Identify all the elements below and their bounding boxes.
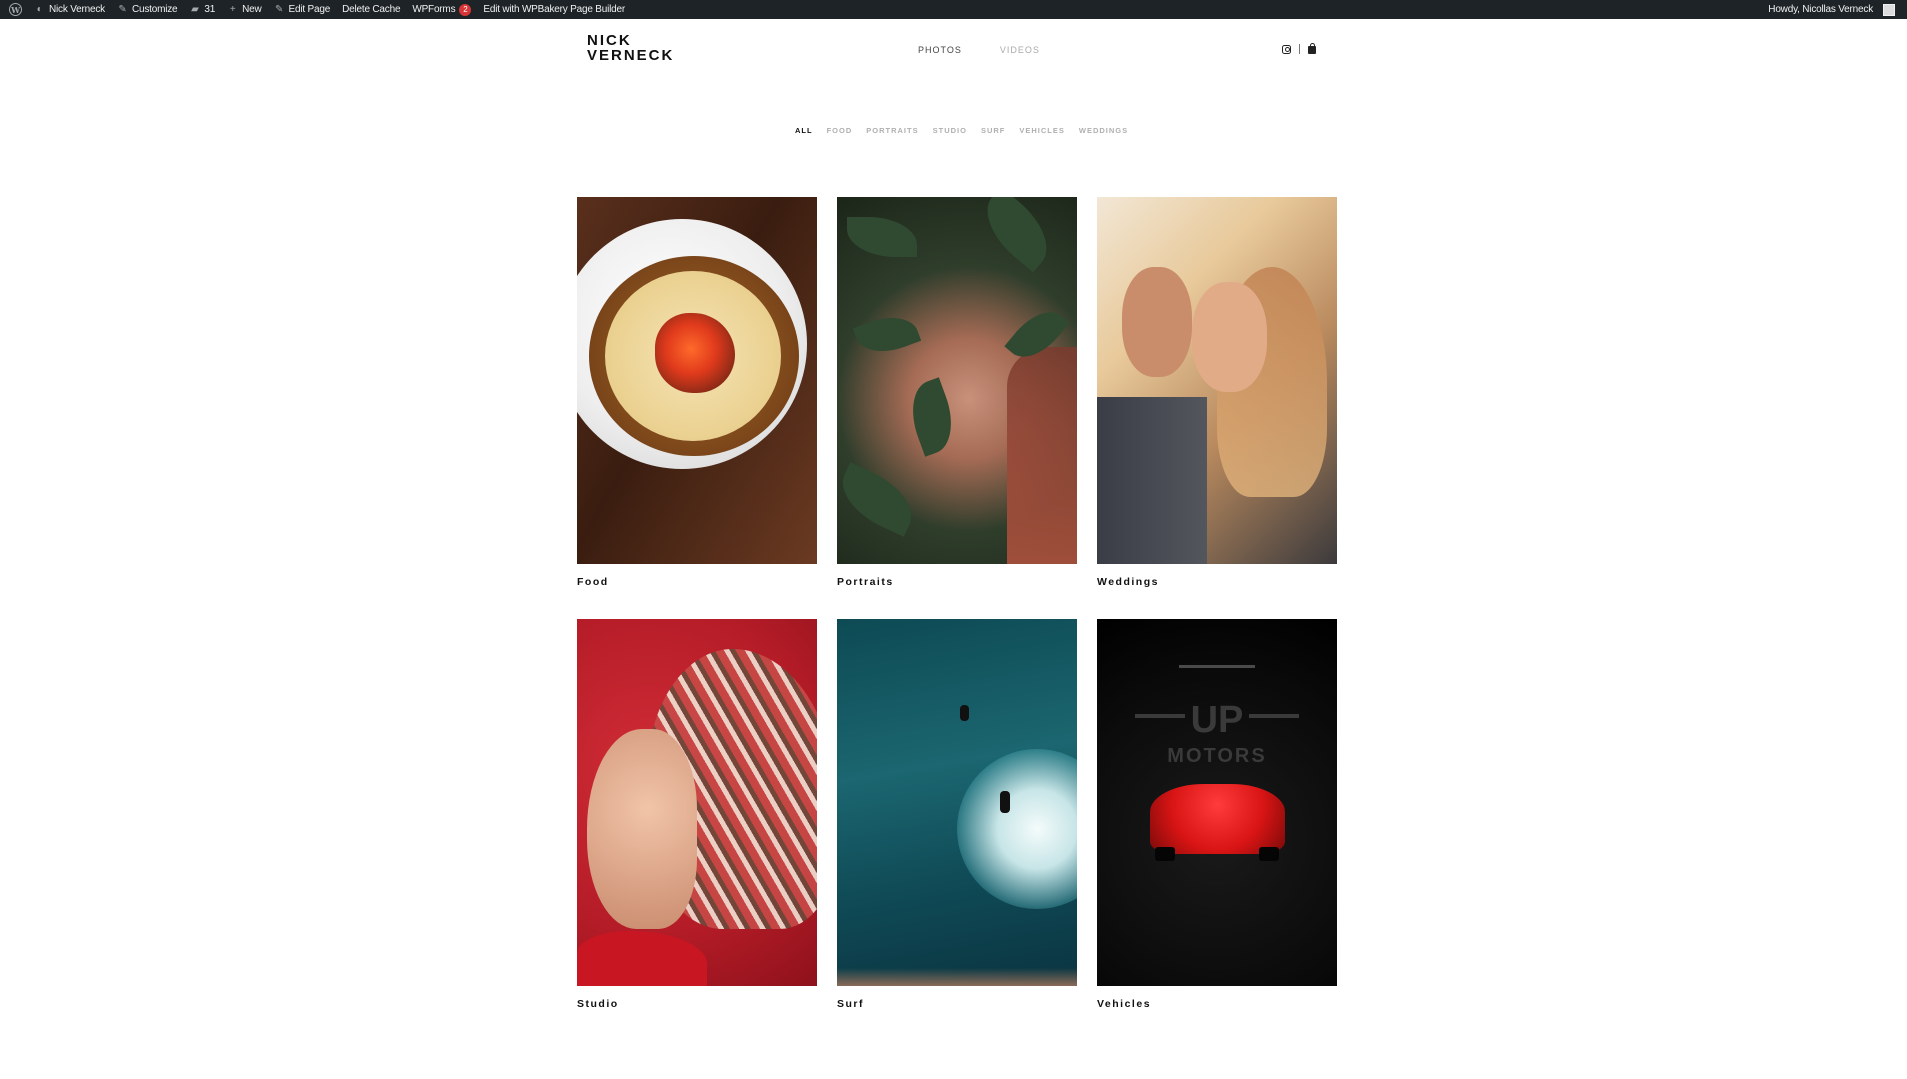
groom-face-shape: [1122, 267, 1192, 377]
site-name-link[interactable]: ◐ Nick Verneck: [28, 0, 111, 19]
header-icons: [1282, 43, 1316, 54]
sign-line-1: UP: [1190, 699, 1244, 741]
wheel-shape: [1155, 847, 1175, 861]
wordpress-logo-icon: W: [9, 3, 22, 16]
surfer-shape: [960, 705, 969, 721]
gallery-item-studio[interactable]: Studio: [577, 619, 817, 1010]
comments-link[interactable]: ▰ 31: [183, 0, 221, 19]
wedding-photo[interactable]: [1097, 197, 1337, 564]
comment-bubble-icon: ▰: [191, 4, 199, 15]
leaf-shape: [847, 217, 917, 257]
meat-shape: [655, 313, 735, 393]
bride-face-shape: [1192, 282, 1267, 392]
gallery-item-weddings[interactable]: Weddings: [1097, 197, 1337, 588]
leaf-shape: [852, 307, 922, 362]
sign-line-2: MOTORS: [1167, 745, 1267, 767]
my-account-link[interactable]: Howdy, Nicollas Verneck: [1762, 0, 1901, 19]
edit-page-label: Edit Page: [288, 4, 331, 15]
gallery-caption[interactable]: Food: [577, 576, 609, 588]
studio-photo[interactable]: [577, 619, 817, 986]
gallery-item-vehicles[interactable]: UP MOTORS Vehicles: [1097, 619, 1337, 1010]
new-label: New: [242, 4, 262, 15]
vehicle-photo[interactable]: UP MOTORS: [1097, 619, 1337, 986]
filter-portraits[interactable]: PORTRAITS: [866, 126, 918, 135]
edit-page-link[interactable]: ✎ Edit Page: [268, 0, 337, 19]
gallery-item-food[interactable]: Food: [577, 197, 817, 588]
logo-line-1: NICK: [587, 32, 632, 49]
wpforms-label: WPForms: [412, 4, 456, 15]
main-nav: PHOTOS VIDEOS: [918, 45, 1040, 55]
howdy-label: Howdy, Nicollas Verneck: [1768, 4, 1873, 15]
dashboard-icon: ◐: [36, 4, 43, 15]
leaf-shape: [901, 377, 963, 457]
category-filter: ALL FOOD PORTRAITS STUDIO SURF VEHICLES …: [795, 126, 1128, 135]
wheel-shape: [1259, 847, 1279, 861]
customize-label: Customize: [131, 4, 178, 15]
filter-studio[interactable]: STUDIO: [933, 126, 967, 135]
leaf-shape: [971, 197, 1063, 273]
suit-shape: [1097, 397, 1207, 564]
site-name-label: Nick Verneck: [49, 4, 105, 15]
wpforms-badge: 2: [459, 3, 472, 16]
new-content-link[interactable]: + New: [221, 0, 267, 19]
leaf-shape: [837, 462, 923, 537]
filter-all[interactable]: ALL: [795, 126, 813, 135]
filter-vehicles[interactable]: VEHICLES: [1019, 126, 1065, 135]
pencil-icon: ✎: [274, 4, 284, 15]
customize-brush-icon: ✎: [118, 4, 127, 15]
gallery-item-surf[interactable]: Surf: [837, 619, 1077, 1010]
car-shape: [1150, 784, 1285, 854]
gallery-caption[interactable]: Studio: [577, 998, 619, 1010]
gallery-caption[interactable]: Vehicles: [1097, 998, 1151, 1010]
admin-bar: W ◐ Nick Verneck ✎ Customize ▰ 31 + New …: [0, 0, 1907, 19]
site-logo[interactable]: NICK VERNECK: [587, 33, 674, 63]
customize-link[interactable]: ✎ Customize: [111, 0, 183, 19]
shopping-bag-icon[interactable]: [1308, 43, 1316, 54]
avatar-icon: [1883, 3, 1895, 16]
portrait-photo[interactable]: [837, 197, 1077, 564]
nav-item-videos[interactable]: VIDEOS: [1000, 45, 1040, 55]
surf-photo[interactable]: [837, 619, 1077, 986]
admin-bar-left: W ◐ Nick Verneck ✎ Customize ▰ 31 + New …: [3, 0, 631, 19]
plus-icon: +: [229, 4, 236, 15]
logo-line-2: VERNECK: [587, 47, 675, 64]
gallery-caption[interactable]: Surf: [837, 998, 864, 1010]
wpbakery-label: Edit with WPBakery Page Builder: [483, 4, 626, 15]
surfer-shape: [1000, 791, 1010, 813]
admin-bar-right: Howdy, Nicollas Verneck: [1762, 0, 1901, 19]
delete-cache-label: Delete Cache: [342, 4, 401, 15]
cloth-shape: [577, 931, 707, 986]
wordpress-menu[interactable]: W: [3, 0, 28, 19]
delete-cache-link[interactable]: Delete Cache: [336, 0, 406, 19]
gallery-item-portraits[interactable]: Portraits: [837, 197, 1077, 588]
header-divider: [1299, 44, 1300, 54]
wpbakery-link[interactable]: Edit with WPBakery Page Builder: [477, 0, 631, 19]
lamp-shape: [1179, 665, 1255, 668]
figure-shape: [587, 729, 697, 929]
instagram-icon[interactable]: [1282, 44, 1291, 54]
hair-shape: [1007, 347, 1077, 564]
nav-item-photos[interactable]: PHOTOS: [918, 45, 962, 55]
wave-shape: [957, 749, 1077, 909]
wpforms-link[interactable]: WPForms 2: [406, 0, 477, 19]
filter-surf[interactable]: SURF: [981, 126, 1005, 135]
food-photo[interactable]: [577, 197, 817, 564]
sand-shape: [837, 968, 1077, 986]
filter-weddings[interactable]: WEDDINGS: [1079, 126, 1128, 135]
comments-count: 31: [204, 4, 216, 15]
gallery-caption[interactable]: Portraits: [837, 576, 894, 588]
filter-food[interactable]: FOOD: [827, 126, 853, 135]
gallery-caption[interactable]: Weddings: [1097, 576, 1159, 588]
